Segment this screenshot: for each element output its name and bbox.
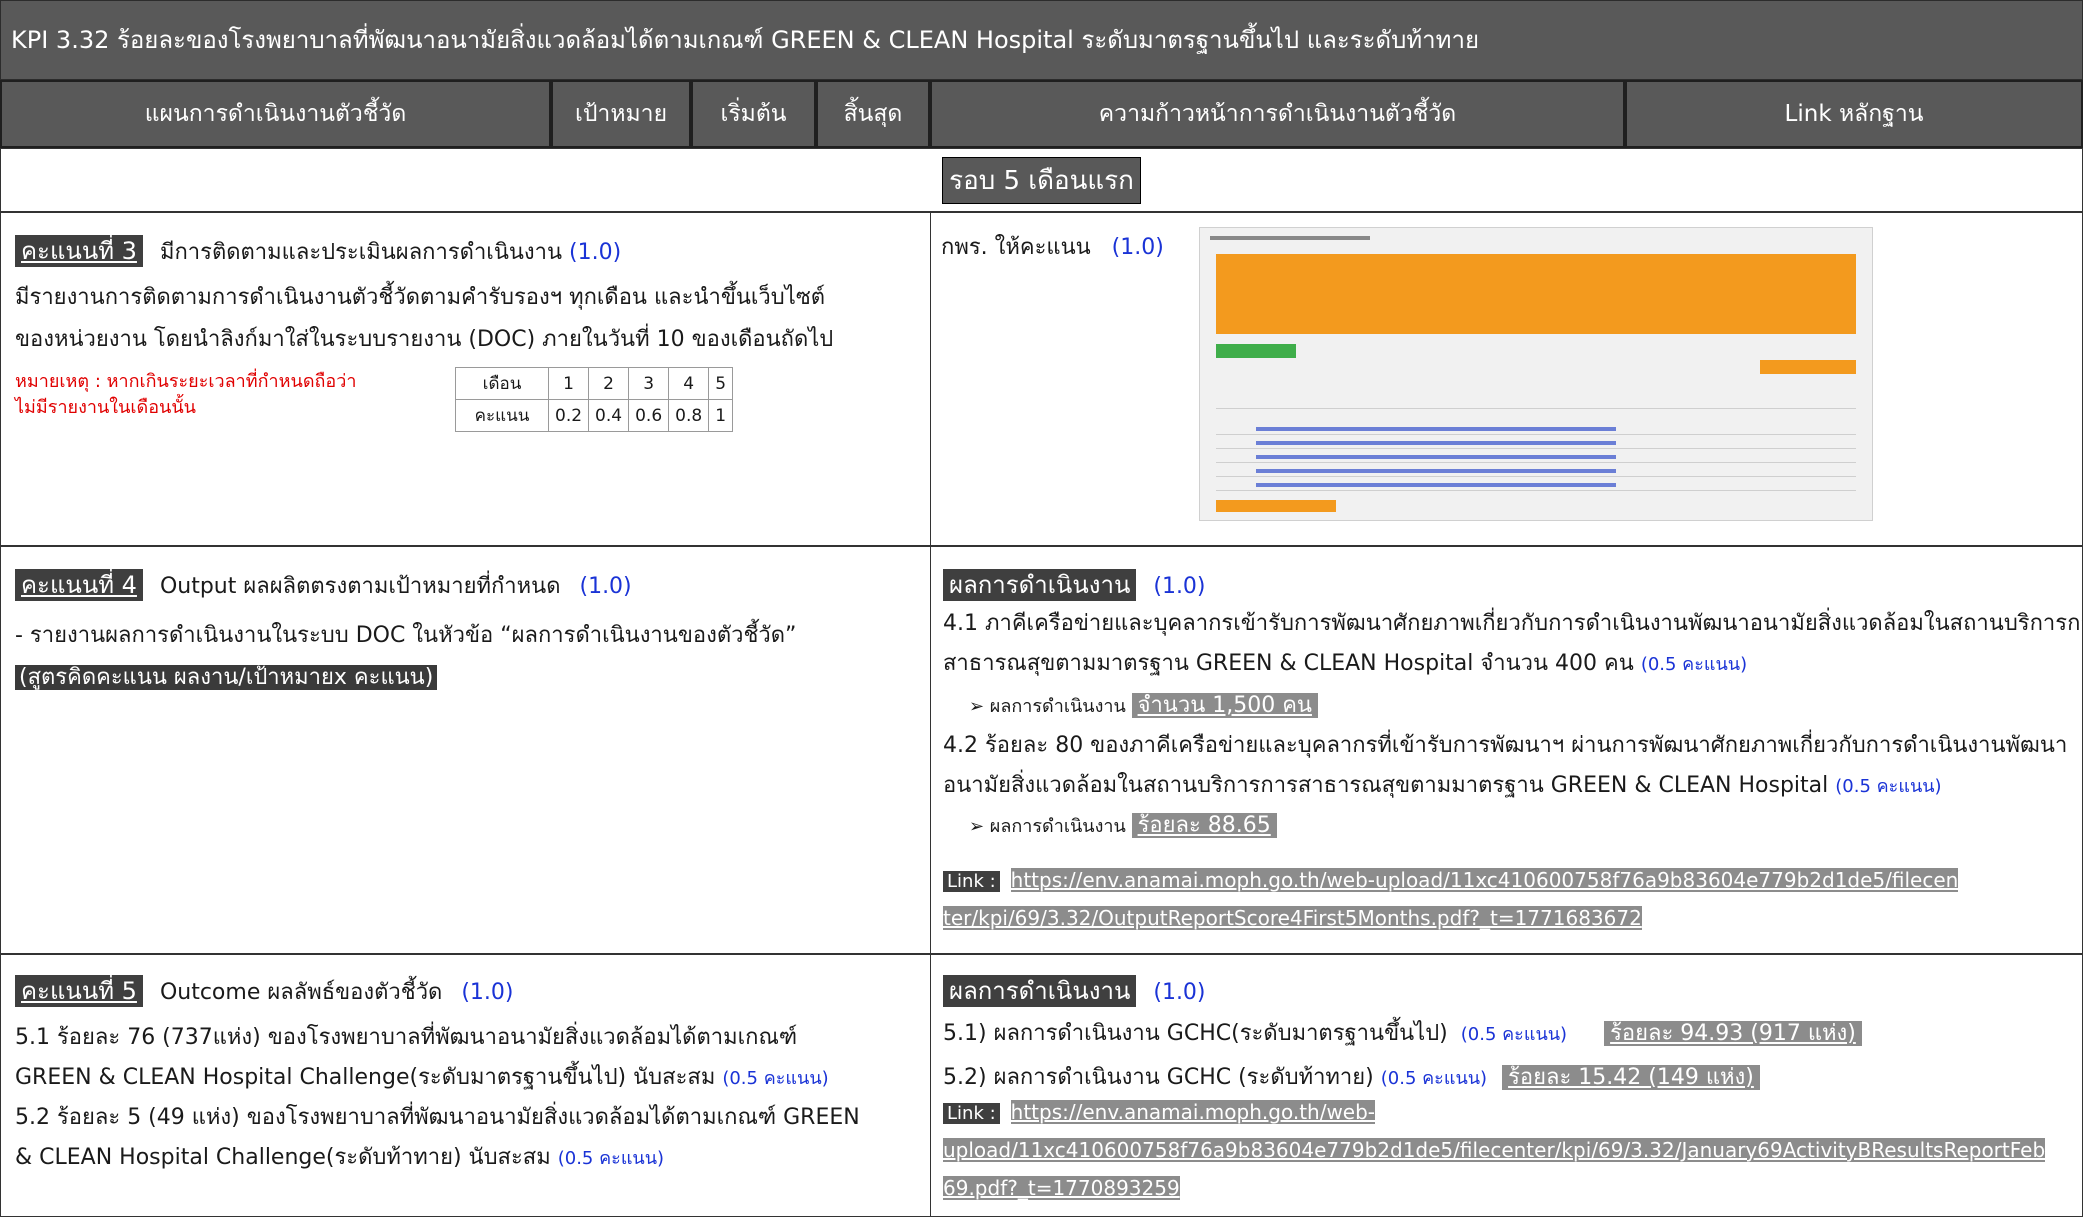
score4-link-label: Link : [943, 871, 1000, 892]
score3-heading: มีการติดตามและประเมินผลการดำเนินงาน [159, 240, 563, 265]
score5-points: (1.0) [461, 980, 514, 1005]
score-cell: 0.6 [628, 399, 670, 432]
screenshot-link-line [1256, 441, 1616, 445]
month-label: เดือน [455, 367, 549, 400]
month-cell: 4 [668, 367, 710, 400]
score5-r1-value: ร้อยละ 94.93 (917 แห่ง) [1604, 1021, 1862, 1046]
score5-result-label: ผลการดำเนินงาน [943, 975, 1137, 1007]
score-cell: 1 [708, 399, 734, 432]
score4-points: (1.0) [579, 574, 632, 599]
score5-r2-value: ร้อยละ 15.42 (149 แห่ง) [1502, 1065, 1760, 1090]
header-plan: แผนการดำเนินงานตัวชี้วัด [0, 80, 551, 148]
score5-l1: 5.1 ร้อยละ 76 (737แห่ง) ของโรงพยาบาลที่พ… [15, 1025, 798, 1050]
score5-r2: 5.2) ผลการดำเนินงาน GCHC (ระดับท้าทาย) [943, 1065, 1374, 1090]
score4-heading: Output ผลผลิตตรงตามเป้าหมายที่กำหนด [159, 574, 561, 599]
score4-plan-cell: คะแนนที่ 4 Output ผลผลิตตรงตามเป้าหมายที… [0, 546, 931, 954]
score4-p1-points: (0.5 คะแนน) [1640, 654, 1748, 675]
screenshot-green-button [1216, 344, 1296, 358]
score5-evidence-link-3[interactable]: 69.pdf?_t=1770893259 [943, 1176, 1180, 1200]
month-cell: 5 [708, 367, 734, 400]
score4-p2a: 4.2 ร้อยละ 80 ของภาคีเครือข่ายและบุคลากร… [943, 733, 2068, 758]
score4-evidence-link-1[interactable]: https://env.anamai.moph.go.th/web-upload… [1010, 868, 1959, 892]
screenshot-table-header [1216, 398, 1856, 409]
score5-l4: & CLEAN Hospital Challenge(ระดับท้าทาย) … [15, 1145, 551, 1170]
score4-evidence-link-2[interactable]: ter/kpi/69/3.32/OutputReportScore4First5… [943, 906, 1642, 930]
score3-line1: มีรายงานการติดตามการดำเนินงานตัวชี้วัดตา… [15, 285, 826, 310]
score5-plan-cell: คะแนนที่ 5 Outcome ผลลัพธ์ของตัวชี้วัด (… [0, 954, 931, 1217]
screenshot-orange-banner [1216, 254, 1856, 334]
score3-progress-points: (1.0) [1111, 235, 1164, 260]
score4-progress-cell: ผลการดำเนินงาน (1.0) 4.1 ภาคีเครือข่ายแล… [930, 546, 2083, 954]
header-target: เป้าหมาย [551, 80, 691, 148]
month-cell: 2 [588, 367, 630, 400]
screenshot-table-row [1216, 452, 1856, 463]
screenshot-orange-button [1760, 360, 1856, 374]
screenshot-link-line [1256, 483, 1616, 487]
score5-heading: Outcome ผลลัพธ์ของตัวชี้วัด [159, 980, 443, 1005]
score4-r2-value: ร้อยละ 88.65 [1131, 813, 1277, 838]
screenshot-link-line [1256, 455, 1616, 459]
score3-points: (1.0) [569, 240, 622, 265]
score4-p2b: อนามัยสิ่งแวดล้อมในสถานบริการการสาธารณสุ… [943, 773, 1829, 798]
score3-tag: คะแนนที่ 3 [15, 235, 143, 267]
score-cell: 0.2 [547, 399, 590, 432]
table-row: คะแนน 0.2 0.4 0.6 0.8 1 [455, 399, 734, 432]
month-cell: 3 [628, 367, 670, 400]
score4-formula: (สูตรคิดคะแนน ผลงาน/เป้าหมายx คะแนน) [15, 665, 438, 690]
screenshot-table-row [1216, 480, 1856, 491]
score-label: คะแนน [455, 399, 549, 432]
score5-l2: GREEN & CLEAN Hospital Challenge(ระดับมา… [15, 1065, 716, 1090]
score3-line2: ของหน่วยงาน โดยนำลิงก์มาใส่ในระบบรายงาน … [15, 327, 834, 352]
score5-r2-points: (0.5 คะแนน) [1380, 1068, 1488, 1089]
score-cell: 0.8 [668, 399, 710, 432]
screenshot-footer-button [1216, 500, 1336, 512]
score4-tag: คะแนนที่ 4 [15, 569, 143, 601]
month-cell: 1 [547, 367, 590, 400]
round-row: รอบ 5 เดือนแรก [0, 148, 2083, 212]
report-screenshot-image [1199, 227, 1873, 521]
score3-progress-cell: กพร. ให้คะแนน (1.0) [930, 212, 2083, 546]
header-end: สิ้นสุด [816, 80, 930, 148]
score4-r2-label: ➢ ผลการดำเนินงาน [969, 816, 1126, 837]
round-label: รอบ 5 เดือนแรก [942, 156, 1141, 204]
score4-result-label: ผลการดำเนินงาน [943, 569, 1137, 601]
screenshot-heading-bar [1210, 236, 1370, 240]
score5-evidence-link-2[interactable]: upload/11xc410600758f76a9b83604e779b2d1d… [943, 1138, 2046, 1162]
score4-r1-value: จำนวน 1,500 คน [1131, 693, 1318, 718]
score5-l3: 5.2 ร้อยละ 5 (49 แห่ง) ของโรงพยาบาลที่พั… [15, 1105, 860, 1130]
score5-evidence-link-1[interactable]: https://env.anamai.moph.go.th/web- [1010, 1100, 1376, 1124]
score-cell: 0.4 [588, 399, 630, 432]
table-row: เดือน 1 2 3 4 5 [455, 367, 734, 400]
score5-r1-points: (0.5 คะแนน) [1460, 1024, 1568, 1045]
screenshot-table-row [1216, 466, 1856, 477]
score5-result-points: (1.0) [1153, 980, 1206, 1005]
header-progress: ความก้าวหน้าการดำเนินงานตัวชี้วัด [930, 80, 1625, 148]
kpi-title: KPI 3.32 ร้อยละของโรงพยาบาลที่พัฒนาอนามั… [0, 0, 2083, 80]
score5-link-label: Link : [943, 1103, 1000, 1124]
screenshot-table-row [1216, 424, 1856, 435]
score4-p2-points: (0.5 คะแนน) [1835, 776, 1942, 797]
score4-p1a: 4.1 ภาคีเครือข่ายและบุคลากรเข้ารับการพัฒ… [943, 611, 2083, 636]
header-evidence: Link หลักฐาน [1625, 80, 2083, 148]
score3-progress-label: กพร. ให้คะแนน [941, 235, 1091, 260]
score4-p1b: สาธารณสุขตามมาตรฐาน GREEN & CLEAN Hospit… [943, 651, 1634, 676]
score5-tag: คะแนนที่ 5 [15, 975, 143, 1007]
score5-r1: 5.1) ผลการดำเนินงาน GCHC(ระดับมาตรฐานขึ้… [943, 1021, 1448, 1046]
header-start: เริ่มต้น [691, 80, 816, 148]
score5-progress-cell: ผลการดำเนินงาน (1.0) 5.1) ผลการดำเนินงาน… [930, 954, 2083, 1217]
screenshot-table-row [1216, 438, 1856, 449]
score3-note-2: ไม่มีรายงานในเดือนนั้น [15, 397, 196, 418]
score-month-table: เดือน 1 2 3 4 5 คะแนน 0.2 0.4 0.6 0.8 1 [455, 367, 734, 432]
score3-plan-cell: คะแนนที่ 3 มีการติดตามและประเมินผลการดำเ… [0, 212, 931, 546]
screenshot-link-line [1256, 427, 1616, 431]
score5-l2-points: (0.5 คะแนน) [722, 1068, 829, 1089]
score4-line1: - รายงานผลการดำเนินงานในระบบ DOC ในหัวข้… [15, 623, 797, 648]
score5-l4-points: (0.5 คะแนน) [557, 1148, 665, 1169]
screenshot-link-line [1256, 469, 1616, 473]
score4-r1-label: ➢ ผลการดำเนินงาน [969, 696, 1126, 717]
score4-result-points: (1.0) [1153, 574, 1206, 599]
